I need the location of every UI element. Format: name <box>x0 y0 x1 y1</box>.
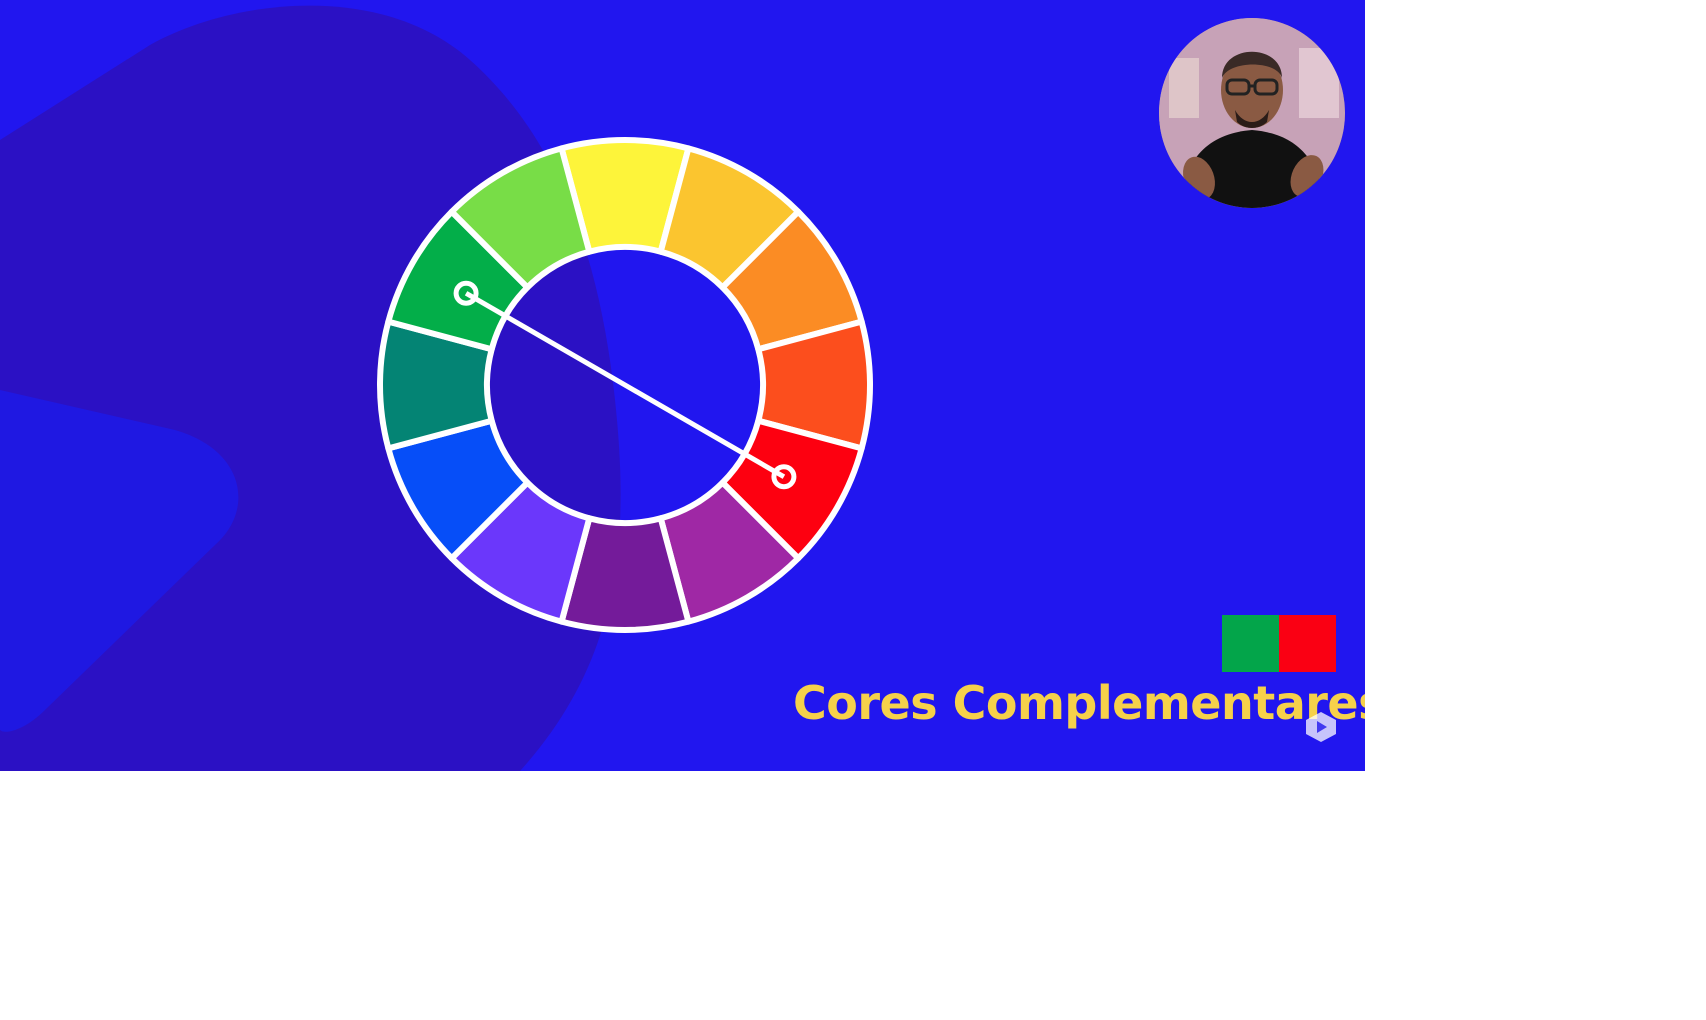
complement-connector-line <box>464 291 786 479</box>
slide-title: Cores Complementares <box>793 676 1365 730</box>
swatch-red <box>1279 615 1336 672</box>
youtube-logo-icon[interactable] <box>1302 712 1340 742</box>
swatch-green <box>1222 615 1279 672</box>
video-frame[interactable]: Cores Complementares <box>0 0 1365 771</box>
complementary-swatches <box>1222 615 1336 672</box>
presenter-avatar <box>1159 18 1345 208</box>
